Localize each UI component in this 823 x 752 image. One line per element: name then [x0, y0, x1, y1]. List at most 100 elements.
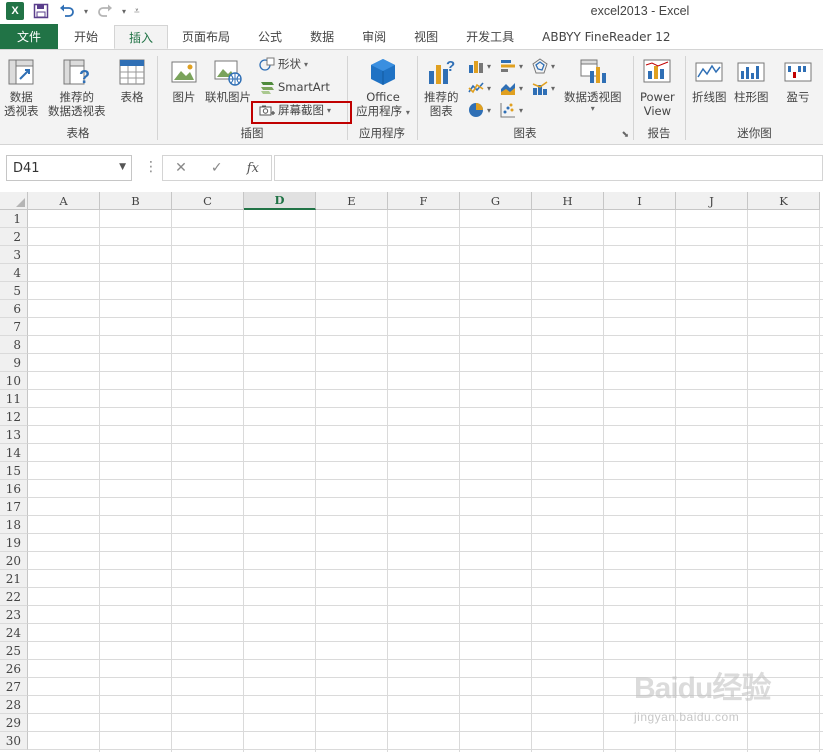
recommended-charts-button[interactable]: ? 推荐的 图表 — [424, 56, 459, 118]
shapes-icon — [259, 56, 275, 72]
cancel-entry-icon[interactable]: ✕ — [175, 160, 187, 176]
column-header[interactable]: J — [676, 192, 748, 210]
row-header[interactable]: 19 — [0, 534, 28, 552]
column-header[interactable]: K — [748, 192, 820, 210]
row-header[interactable]: 17 — [0, 498, 28, 516]
row-header[interactable]: 8 — [0, 336, 28, 354]
tab-data[interactable]: 数据 — [296, 24, 348, 49]
tab-page-layout[interactable]: 页面布局 — [168, 24, 244, 49]
row-header[interactable]: 23 — [0, 606, 28, 624]
row-header[interactable]: 28 — [0, 696, 28, 714]
pivot-chart-button[interactable]: 数据透视图 ▾ — [564, 56, 622, 113]
column-header[interactable]: A — [28, 192, 100, 210]
undo-icon[interactable] — [58, 2, 76, 20]
row-header[interactable]: 9 — [0, 354, 28, 372]
sparkline-line-button[interactable]: 折线图 — [692, 56, 727, 104]
column-header[interactable]: H — [532, 192, 604, 210]
pictures-button[interactable]: 图片 — [168, 56, 200, 104]
row-header[interactable]: 18 — [0, 516, 28, 534]
name-box-dropdown-icon[interactable]: ▼ — [119, 162, 126, 172]
row-header[interactable]: 3 — [0, 246, 28, 264]
title-bar: X ▾ ▾ ⩡ excel2013 - Excel — [0, 0, 823, 24]
radar-chart-button[interactable]: ▾ — [532, 58, 555, 74]
row-header[interactable]: 1 — [0, 210, 28, 228]
power-view-label-1: Power — [640, 90, 675, 104]
online-pictures-button[interactable]: 联机图片 — [205, 56, 251, 104]
customize-qat-icon[interactable]: ⩡ — [134, 6, 140, 17]
column-chart-icon — [469, 61, 483, 73]
row-header[interactable]: 11 — [0, 390, 28, 408]
formula-input[interactable] — [274, 155, 823, 181]
bar-chart-button[interactable]: ▾ — [500, 58, 523, 74]
power-view-button[interactable]: Power View — [640, 56, 675, 118]
formula-bar-grip-icon[interactable]: ⋮ — [144, 159, 158, 175]
row-header[interactable]: 27 — [0, 678, 28, 696]
area-chart-button[interactable]: ▾ — [500, 80, 523, 96]
row-header[interactable]: 25 — [0, 642, 28, 660]
row-header[interactable]: 2 — [0, 228, 28, 246]
office-apps-button[interactable]: Office 应用程序 ▾ — [352, 56, 414, 120]
row-header[interactable]: 16 — [0, 480, 28, 498]
reports-group-label: 报告 — [647, 126, 671, 140]
pivot-table-button[interactable]: 数据 透视表 — [4, 56, 39, 118]
row-header[interactable]: 30 — [0, 732, 28, 750]
row-header[interactable]: 10 — [0, 372, 28, 390]
tab-view[interactable]: 视图 — [400, 24, 452, 49]
recommended-pivot-label-1: 推荐的 — [59, 90, 95, 104]
column-header[interactable]: I — [604, 192, 676, 210]
row-header[interactable]: 24 — [0, 624, 28, 642]
select-all-button[interactable] — [0, 192, 28, 210]
tab-file[interactable]: 文件 — [0, 24, 58, 49]
redo-dropdown-icon[interactable]: ▾ — [122, 7, 126, 16]
charts-dialog-launcher-icon[interactable]: ⬊ — [621, 130, 629, 140]
column-header[interactable]: B — [100, 192, 172, 210]
row-header[interactable]: 6 — [0, 300, 28, 318]
row-header[interactable]: 7 — [0, 318, 28, 336]
column-header[interactable]: E — [316, 192, 388, 210]
line-chart-icon — [468, 82, 484, 94]
row-header[interactable]: 20 — [0, 552, 28, 570]
confirm-entry-icon[interactable]: ✓ — [211, 160, 223, 176]
row-header[interactable]: 22 — [0, 588, 28, 606]
sparkline-winloss-button[interactable]: 盈亏 — [782, 56, 814, 104]
redo-icon[interactable] — [96, 2, 114, 20]
tab-developer[interactable]: 开发工具 — [452, 24, 528, 49]
table-button[interactable]: 表格 — [116, 56, 148, 104]
row-header[interactable]: 14 — [0, 444, 28, 462]
row-header[interactable]: 12 — [0, 408, 28, 426]
online-pictures-label: 联机图片 — [205, 90, 251, 104]
recommended-pivot-button[interactable]: ? 推荐的 数据透视表 — [48, 56, 106, 118]
column-header[interactable]: G — [460, 192, 532, 210]
row-header[interactable]: 21 — [0, 570, 28, 588]
column-chart-button[interactable]: ▾ — [468, 58, 491, 74]
row-header[interactable]: 26 — [0, 660, 28, 678]
tab-insert[interactable]: 插入 — [114, 25, 169, 49]
name-box[interactable]: D41 ▼ — [6, 155, 132, 181]
column-header[interactable]: C — [172, 192, 244, 210]
smartart-button[interactable]: SmartArt — [259, 79, 330, 95]
sparkline-column-button[interactable]: 柱形图 — [734, 56, 769, 104]
excel-logo-icon[interactable]: X — [6, 2, 24, 20]
row-header[interactable]: 15 — [0, 462, 28, 480]
scatter-chart-button[interactable]: ▾ — [500, 102, 523, 118]
shapes-button[interactable]: 形状 ▾ — [259, 56, 308, 72]
column-header[interactable]: F — [388, 192, 460, 210]
pie-chart-button[interactable]: ▾ — [468, 102, 491, 118]
svg-text:?: ? — [446, 58, 455, 75]
combo-chart-button[interactable]: ▾ — [532, 80, 555, 96]
row-header[interactable]: 13 — [0, 426, 28, 444]
tab-home[interactable]: 开始 — [58, 24, 114, 49]
save-icon[interactable] — [32, 2, 50, 20]
row-header[interactable]: 4 — [0, 264, 28, 282]
column-header[interactable]: D — [244, 192, 316, 210]
office-apps-label-1: Office — [366, 90, 400, 104]
tab-review[interactable]: 审阅 — [348, 24, 400, 49]
insert-function-button[interactable]: fx — [247, 161, 259, 176]
gridline-horizontal — [28, 335, 823, 336]
tab-formulas[interactable]: 公式 — [244, 24, 296, 49]
row-header[interactable]: 29 — [0, 714, 28, 732]
line-chart-button[interactable]: ▾ — [468, 80, 491, 96]
row-header[interactable]: 5 — [0, 282, 28, 300]
tab-abbyy[interactable]: ABBYY FineReader 12 — [528, 24, 684, 49]
undo-dropdown-icon[interactable]: ▾ — [84, 7, 88, 16]
